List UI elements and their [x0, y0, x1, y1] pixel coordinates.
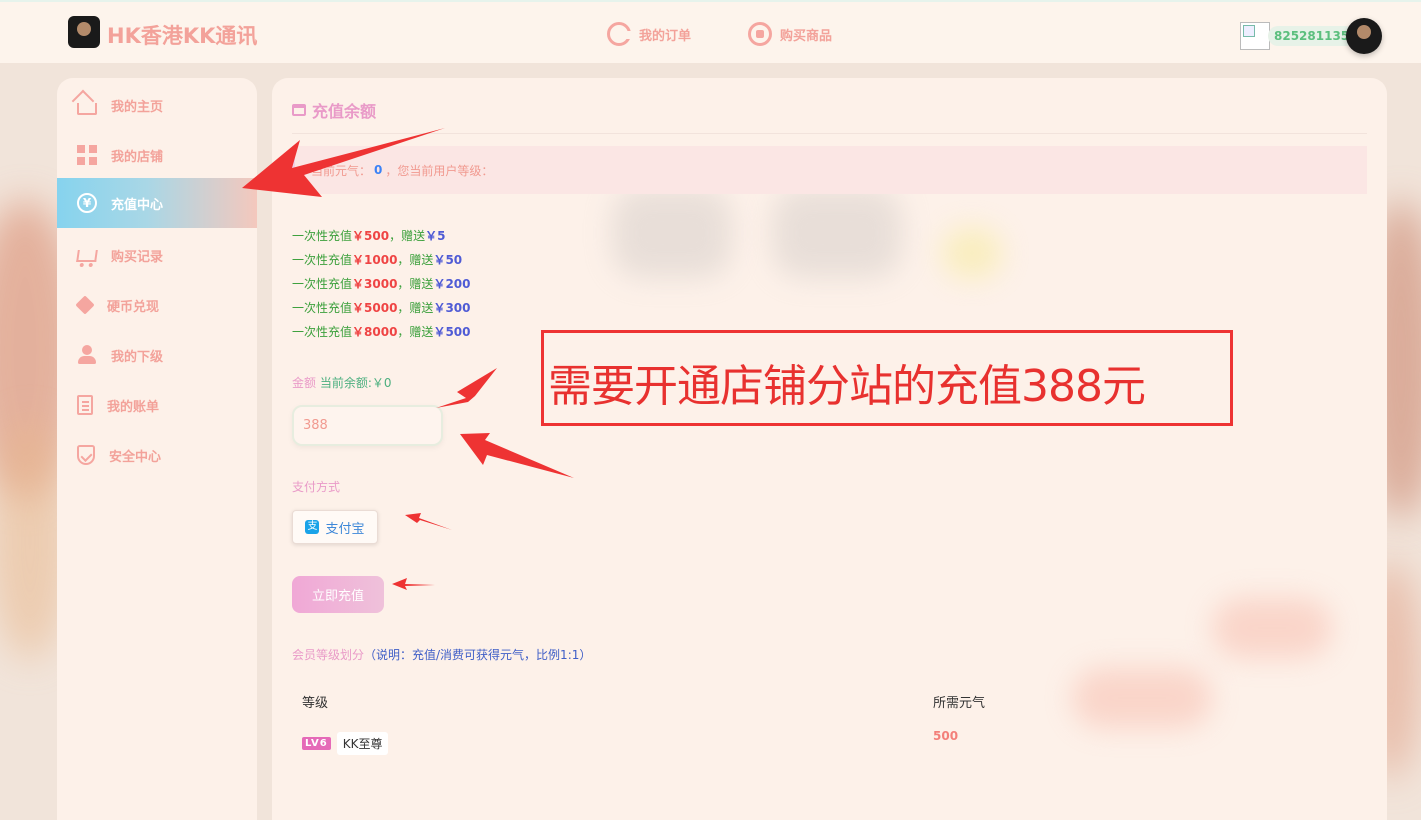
sidebar-item-label: 硬币兑现 [107, 299, 160, 315]
blurred-background [612, 188, 732, 278]
home-icon [77, 103, 97, 115]
site-logo-text[interactable]: HK香港KK通讯 [107, 20, 257, 50]
notice-prefix: 当前元气： [311, 163, 372, 178]
sidebar-item-label: 安全中心 [109, 449, 162, 465]
pay-method-label: 支付宝 [325, 521, 365, 537]
cart-icon [76, 250, 98, 262]
logo-icon[interactable] [68, 16, 100, 48]
sidebar-item-purchase-history[interactable]: 购买记录 [57, 230, 257, 280]
sidebar-item-label: 我的下级 [111, 349, 164, 365]
list-item: 一次性充值￥500，赠送￥5 [292, 224, 471, 248]
bill-icon [77, 395, 93, 415]
promo-amount: ￥1000 [352, 253, 398, 267]
promo-amount: ￥5000 [352, 301, 398, 315]
store-icon [77, 145, 97, 165]
points-value: 0 [374, 163, 383, 177]
sidebar-item-subordinates[interactable]: 我的下级 [57, 330, 257, 380]
promo-bonus: ￥5 [425, 229, 446, 243]
level-badge: LV6 [302, 737, 331, 750]
divider [292, 133, 1367, 134]
promo-bonus: ￥200 [433, 277, 471, 291]
amount-input[interactable] [292, 405, 443, 446]
promo-text: 一次性充值 [292, 301, 353, 315]
sidebar-item-label: 购买记录 [111, 249, 164, 265]
sidebar-item-bills[interactable]: 我的账单 [57, 380, 257, 430]
page-title: 充值余额 [292, 98, 376, 122]
page-title-text: 充值余额 [312, 102, 377, 121]
notice-suffix: ，您当前用户等级： [385, 163, 494, 178]
user-id-badge[interactable]: 825281135 [1268, 26, 1356, 46]
level-note: （说明：充值/消费可获得元气，比例1:1） [364, 648, 592, 662]
promo-text: 一次性充值 [292, 325, 353, 339]
blurred-background [1212, 598, 1332, 658]
diamond-icon [75, 295, 95, 315]
blurred-background [942, 228, 1002, 278]
list-item: 一次性充值￥3000，赠送￥200 [292, 272, 471, 296]
promo-text: ，赠送 [397, 253, 434, 267]
recharge-now-button[interactable]: 立即充值 [292, 576, 384, 613]
promo-amount: ￥3000 [352, 277, 398, 291]
person-icon [77, 345, 97, 365]
yen-icon: ¥ [77, 193, 97, 213]
list-item: 一次性充值￥8000，赠送￥500 [292, 320, 471, 344]
points-notice: 当前元气： 0 ，您当前用户等级： [292, 146, 1367, 194]
nav-my-orders[interactable]: 我的订单 [607, 22, 691, 46]
promo-text: ，赠送 [397, 277, 434, 291]
table-header-points: 所需元气 [933, 696, 986, 711]
sidebar-item-recharge[interactable]: ¥ 充值中心 [57, 178, 257, 228]
promo-text: ，赠送 [389, 229, 426, 243]
card-icon [292, 104, 306, 116]
broken-image-icon [1240, 22, 1270, 50]
blurred-background [1072, 668, 1212, 728]
promo-text: 一次性充值 [292, 277, 353, 291]
table-row: LV6 KK至尊 [302, 732, 389, 755]
sidebar-item-label: 我的店铺 [111, 149, 164, 165]
promo-text: 一次性充值 [292, 253, 353, 267]
amount-label: 金额 当前余额:￥0 [292, 374, 392, 391]
list-item: 一次性充值￥5000，赠送￥300 [292, 296, 471, 320]
sidebar-item-label: 充值中心 [111, 197, 164, 213]
level-title: 会员等级划分 [292, 648, 365, 662]
level-section-title: 会员等级划分（说明：充值/消费可获得元气，比例1:1） [292, 646, 591, 663]
top-header: HK香港KK通讯 我的订单 购买商品 825281135 [0, 0, 1421, 63]
sidebar-item-label: 我的主页 [111, 99, 164, 115]
promo-bonus: ￥50 [433, 253, 463, 267]
annotation-text: 需要开通店铺分站的充值388元 [548, 361, 1146, 412]
amount-label-text: 金额 [292, 376, 317, 390]
sidebar-item-label: 我的账单 [107, 399, 160, 415]
nav-buy-products[interactable]: 购买商品 [748, 22, 832, 46]
promo-text: ，赠送 [397, 301, 434, 315]
sidebar-item-security[interactable]: 安全中心 [57, 430, 257, 480]
nav-label: 购买商品 [780, 28, 833, 44]
order-icon [607, 22, 631, 46]
shield-icon [77, 445, 95, 465]
alipay-icon: 支 [305, 520, 320, 534]
balance-value: 当前余额:￥0 [319, 376, 392, 390]
sidebar-item-coin-exchange[interactable]: 硬币兑现 [57, 280, 257, 330]
table-header-level: 等级 [302, 696, 329, 711]
alipay-option[interactable]: 支 支付宝 [292, 510, 378, 544]
payment-method-label: 支付方式 [292, 480, 341, 494]
recharge-panel: 充值余额 当前元气： 0 ，您当前用户等级： 一次性充值￥500，赠送￥5 一次… [272, 78, 1387, 820]
blurred-background [772, 188, 902, 278]
sidebar-item-store[interactable]: 我的店铺 [57, 130, 257, 180]
promo-list: 一次性充值￥500，赠送￥5 一次性充值￥1000，赠送￥50 一次性充值￥30… [292, 224, 471, 344]
promo-bonus: ￥300 [433, 301, 471, 315]
sidebar-item-home[interactable]: 我的主页 [57, 80, 257, 130]
avatar[interactable] [1346, 18, 1382, 54]
list-item: 一次性充值￥1000，赠送￥50 [292, 248, 471, 272]
level-name: KK至尊 [336, 732, 389, 755]
level-required-points: 500 [933, 729, 959, 743]
promo-text: 一次性充值 [292, 229, 353, 243]
promo-amount: ￥8000 [352, 325, 398, 339]
cart-icon [748, 22, 772, 46]
promo-amount: ￥500 [352, 229, 390, 243]
promo-text: ，赠送 [397, 325, 434, 339]
promo-bonus: ￥500 [433, 325, 471, 339]
sidebar: 我的主页 我的店铺 ¥ 充值中心 购买记录 硬币兑现 我的下级 我的账单 安全中… [57, 78, 257, 820]
nav-label: 我的订单 [639, 28, 692, 44]
